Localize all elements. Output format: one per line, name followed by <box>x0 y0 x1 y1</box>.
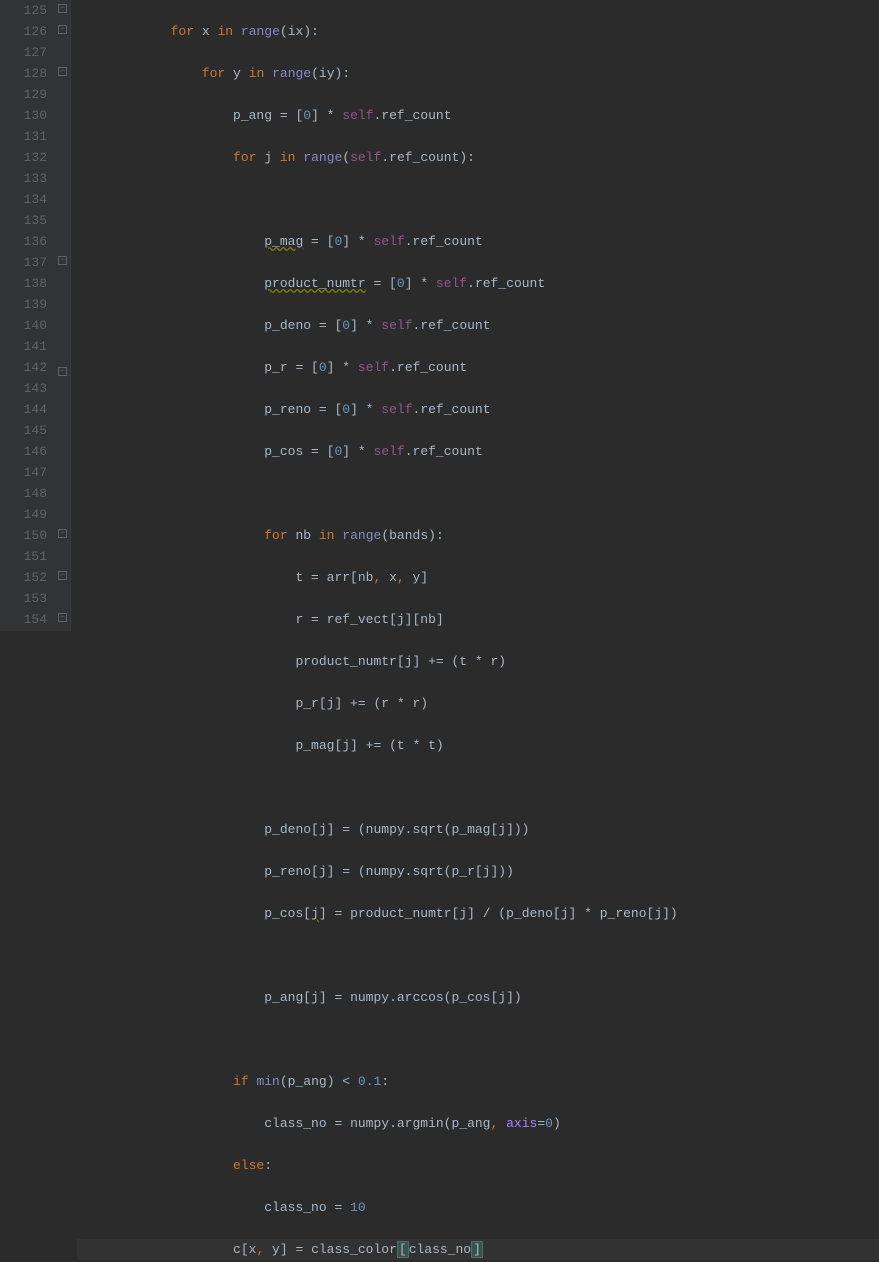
code-line[interactable] <box>77 945 879 966</box>
line-number: 139 <box>0 294 47 315</box>
fold-column: − − − − − − − − <box>55 0 71 631</box>
fold-toggle-icon[interactable]: − <box>58 256 67 265</box>
code-line[interactable]: class_no = 10 <box>77 1197 879 1218</box>
line-number: 141 <box>0 336 47 357</box>
line-number: 138 <box>0 273 47 294</box>
code-line[interactable]: p_deno = [0] * self.ref_count <box>77 315 879 336</box>
code-line[interactable]: p_deno[j] = (numpy.sqrt(p_mag[j])) <box>77 819 879 840</box>
code-line[interactable]: p_ang[j] = numpy.arccos(p_cos[j]) <box>77 987 879 1008</box>
code-line-current[interactable]: c[x, y] = class_color[class_no] <box>77 1239 879 1260</box>
code-line[interactable]: for x in range(ix): <box>77 21 879 42</box>
fold-toggle-icon[interactable]: − <box>58 367 67 376</box>
code-line[interactable]: p_r[j] += (r * r) <box>77 693 879 714</box>
code-line[interactable]: if min(p_ang) < 0.1: <box>77 1071 879 1092</box>
code-line[interactable]: p_mag[j] += (t * t) <box>77 735 879 756</box>
code-line[interactable]: p_ang = [0] * self.ref_count <box>77 105 879 126</box>
code-line[interactable]: p_reno[j] = (numpy.sqrt(p_r[j])) <box>77 861 879 882</box>
line-number: 147 <box>0 462 47 483</box>
code-line[interactable]: r = ref_vect[j][nb] <box>77 609 879 630</box>
line-number: 144 <box>0 399 47 420</box>
code-line[interactable]: product_numtr[j] += (t * r) <box>77 651 879 672</box>
line-number: 126 <box>0 21 47 42</box>
line-number: 129 <box>0 84 47 105</box>
code-line[interactable]: class_no = numpy.argmin(p_ang, axis=0) <box>77 1113 879 1134</box>
fold-toggle-icon[interactable]: − <box>58 67 67 76</box>
code-line[interactable] <box>77 1029 879 1050</box>
line-number: 140 <box>0 315 47 336</box>
code-line[interactable]: t = arr[nb, x, y] <box>77 567 879 588</box>
line-number: 128 <box>0 63 47 84</box>
code-line[interactable]: p_cos[j] = product_numtr[j] / (p_deno[j]… <box>77 903 879 924</box>
code-editor[interactable]: for x in range(ix): for y in range(iy): … <box>71 0 879 631</box>
line-number: 134 <box>0 189 47 210</box>
line-number: 150 <box>0 525 47 546</box>
code-line[interactable]: p_mag = [0] * self.ref_count <box>77 231 879 252</box>
line-number: 151 <box>0 546 47 567</box>
line-number: 142 <box>0 357 47 378</box>
code-line[interactable]: for nb in range(bands): <box>77 525 879 546</box>
fold-toggle-icon[interactable]: − <box>58 25 67 34</box>
code-line[interactable]: p_cos = [0] * self.ref_count <box>77 441 879 462</box>
code-line[interactable] <box>77 483 879 504</box>
line-number: 131 <box>0 126 47 147</box>
line-number: 146 <box>0 441 47 462</box>
line-number: 154 <box>0 609 47 630</box>
line-number: 145 <box>0 420 47 441</box>
line-number: 137 <box>0 252 47 273</box>
line-number: 125 <box>0 0 47 21</box>
code-line[interactable] <box>77 189 879 210</box>
line-number: 153 <box>0 588 47 609</box>
code-line[interactable]: for y in range(iy): <box>77 63 879 84</box>
line-number: 143 <box>0 378 47 399</box>
fold-toggle-icon[interactable]: − <box>58 571 67 580</box>
code-line[interactable]: else: <box>77 1155 879 1176</box>
code-line[interactable] <box>77 777 879 798</box>
line-number-gutter: 125 126 127 128 129 130 131 132 133 134 … <box>0 0 55 631</box>
matched-bracket: [ <box>397 1241 409 1258</box>
line-number: 132 <box>0 147 47 168</box>
line-number: 133 <box>0 168 47 189</box>
matched-bracket: ] <box>471 1241 483 1258</box>
code-line[interactable]: p_r = [0] * self.ref_count <box>77 357 879 378</box>
code-line[interactable]: for j in range(self.ref_count): <box>77 147 879 168</box>
line-number: 149 <box>0 504 47 525</box>
fold-toggle-icon[interactable]: − <box>58 529 67 538</box>
line-number: 127 <box>0 42 47 63</box>
fold-toggle-icon[interactable]: − <box>58 613 67 622</box>
line-number: 148 <box>0 483 47 504</box>
fold-toggle-icon[interactable]: − <box>58 4 67 13</box>
line-number: 130 <box>0 105 47 126</box>
line-number: 135 <box>0 210 47 231</box>
code-line[interactable]: product_numtr = [0] * self.ref_count <box>77 273 879 294</box>
line-number: 136 <box>0 231 47 252</box>
line-number: 152 <box>0 567 47 588</box>
code-line[interactable]: p_reno = [0] * self.ref_count <box>77 399 879 420</box>
